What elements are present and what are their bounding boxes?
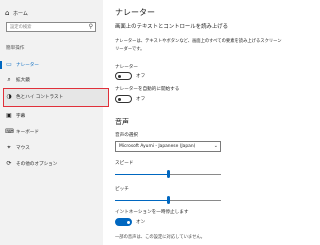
- slider-thumb[interactable]: [166, 196, 170, 204]
- search-icon[interactable]: ⚲: [89, 23, 93, 31]
- home-label: ホーム: [13, 10, 28, 17]
- intonation-toggle-state: オン: [136, 220, 146, 225]
- sidebar-item-label: キーボード: [16, 130, 39, 135]
- chevron-down-icon: ⌄: [213, 143, 218, 149]
- autostart-toggle-row: オフ: [115, 95, 145, 103]
- caption-icon: ▣: [6, 112, 12, 119]
- mouse-icon: ⌖: [7, 144, 11, 151]
- home-icon: ⌂: [5, 9, 10, 17]
- keyboard-icon: ⌨: [5, 128, 14, 135]
- autostart-toggle[interactable]: [115, 95, 132, 103]
- sidebar-section-label: 簡単操作: [6, 46, 25, 51]
- voice-select[interactable]: Microsoft Ayumi - Japanese (Japan) ⌄: [115, 141, 221, 152]
- sidebar-item-other-options[interactable]: ⟳ その他のオプション: [0, 158, 103, 170]
- home-link[interactable]: ⌂ ホーム: [5, 8, 28, 18]
- sidebar-item-label: 字幕: [16, 114, 26, 119]
- sidebar-item-label: ナレーター: [16, 63, 39, 68]
- sidebar-item-label: マウス: [16, 146, 30, 151]
- intonation-toggle-label: イントネーションを一時停止します: [115, 210, 189, 215]
- sidebar-item-label: 拡大鏡: [16, 78, 30, 83]
- search-input[interactable]: 設定の検索 ⚲: [6, 22, 96, 32]
- intonation-toggle-row: オン: [115, 218, 145, 226]
- speed-label: スピード: [115, 161, 134, 166]
- sidebar-item-label: 色とハイ コントラスト: [16, 95, 64, 100]
- sidebar: ⌂ ホーム 設定の検索 ⚲ 簡単操作 ▭ ナレーター ⌕ 拡大鏡 ◑ 色とハイ …: [0, 0, 109, 245]
- contrast-icon: ◑: [6, 93, 12, 100]
- voice-heading: 音声: [115, 118, 129, 126]
- pitch-slider[interactable]: [115, 196, 221, 204]
- sidebar-item-keyboard[interactable]: ⌨ キーボード: [0, 126, 103, 138]
- narrator-toggle[interactable]: [115, 72, 132, 80]
- page-subtitle: 画面上のテキストとコントロールを読み上げる: [115, 24, 229, 30]
- intonation-toggle[interactable]: [115, 218, 132, 226]
- pitch-label: ピッチ: [115, 187, 129, 192]
- narrator-toggle-state: オフ: [136, 74, 146, 79]
- autostart-toggle-state: オフ: [136, 97, 146, 102]
- options-icon: ⟳: [6, 160, 12, 167]
- sidebar-item-captions[interactable]: ▣ 字幕: [0, 110, 103, 122]
- autostart-toggle-label: ナレーターを自動的に開始する: [115, 87, 180, 92]
- page-description: ナレーターは、テキストやボタンなど、画面上のすべての要素を読み上げるスクリーンリ…: [115, 39, 282, 52]
- voice-select-value: Microsoft Ayumi - Japanese (Japan): [119, 144, 196, 149]
- main-panel: ナレーター 画面上のテキストとコントロールを読み上げる ナレーターは、テキストや…: [103, 0, 300, 245]
- slider-fill: [115, 173, 168, 175]
- speed-slider[interactable]: [115, 170, 221, 178]
- slider-fill: [115, 199, 168, 201]
- magnifier-icon: ⌕: [7, 76, 11, 83]
- page-title: ナレーター: [115, 8, 155, 17]
- footer-note: 一部の音声は、この設定に対応していません。: [115, 235, 205, 240]
- sidebar-item-magnifier[interactable]: ⌕ 拡大鏡: [0, 74, 103, 86]
- sidebar-item-contrast[interactable]: ◑ 色とハイ コントラスト: [0, 91, 103, 103]
- narrator-toggle-label: ナレーター: [115, 65, 138, 70]
- sidebar-item-narrator[interactable]: ▭ ナレーター: [0, 59, 103, 71]
- search-placeholder: 設定の検索: [10, 25, 32, 30]
- voice-select-label: 音声の選択: [115, 133, 138, 138]
- slider-thumb[interactable]: [166, 170, 170, 178]
- sidebar-item-label: その他のオプション: [16, 162, 58, 167]
- narrator-icon: ▭: [6, 61, 12, 68]
- sidebar-item-mouse[interactable]: ⌖ マウス: [0, 142, 103, 154]
- narrator-toggle-row: オフ: [115, 72, 145, 80]
